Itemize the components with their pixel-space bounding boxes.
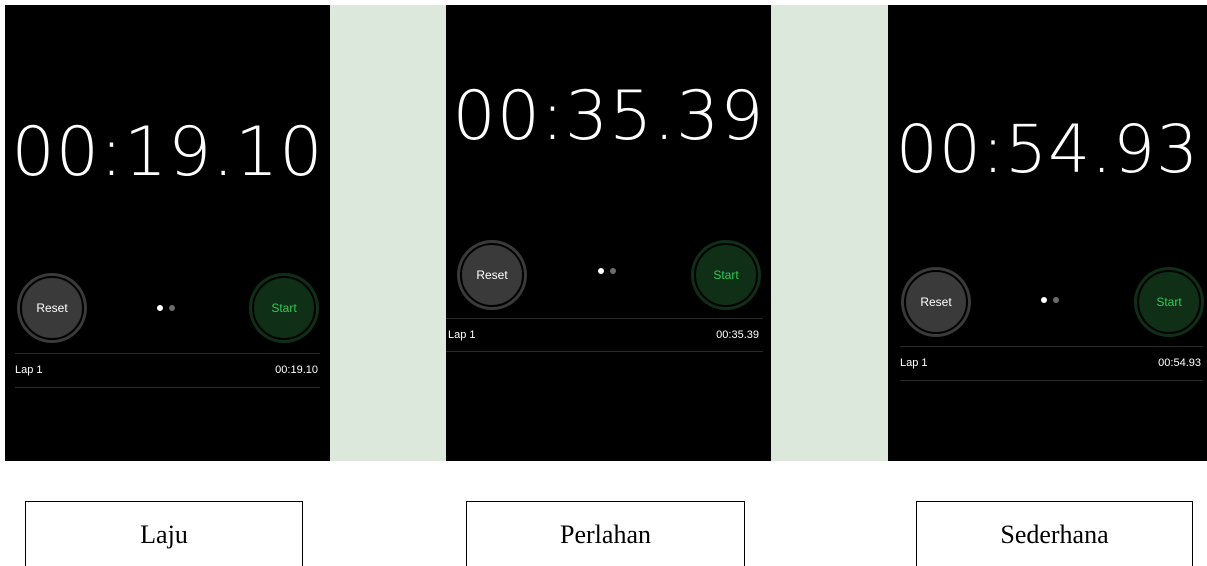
page-indicator[interactable] (598, 268, 616, 274)
lap-time: 00:19.10 (275, 364, 318, 376)
caption-box: Sederhana (916, 501, 1193, 566)
caption-text: Laju (140, 520, 188, 549)
stopwatch-screen-1: 00:19.10 Reset Start Lap 1 00:19.10 (5, 5, 330, 461)
start-button[interactable]: Start (1134, 267, 1204, 337)
page-dot-active (157, 305, 163, 311)
start-button[interactable]: Start (249, 273, 319, 343)
lap-label: Lap 1 (15, 364, 43, 376)
stopwatch-screen-3: 00:54.93 Reset Start Lap 1 00:54.93 (888, 5, 1207, 461)
reset-button[interactable]: Reset (457, 240, 527, 310)
page-indicator[interactable] (1041, 297, 1059, 303)
lap-time: 00:35.39 (716, 329, 759, 341)
page-dot (169, 305, 175, 311)
page-indicator[interactable] (157, 305, 175, 311)
lap-label: Lap 1 (900, 357, 928, 369)
figure: 00:19.10 Reset Start Lap 1 00:19.10 00:3… (0, 0, 1207, 566)
stopwatch-screen-2: 00:35.39 Reset Start Lap 1 00:35.39 (446, 5, 771, 461)
page-dot (610, 268, 616, 274)
divider (900, 346, 1203, 347)
divider (446, 351, 763, 352)
start-button-label: Start (252, 276, 316, 340)
elapsed-time-display: 00:54.93 (895, 111, 1200, 188)
start-button-label: Start (1137, 270, 1201, 334)
start-button-label: Start (694, 243, 758, 307)
page-dot-active (1041, 297, 1047, 303)
page-dot (1053, 297, 1059, 303)
divider (446, 318, 763, 319)
divider (15, 353, 320, 354)
elapsed-time-display: 00:35.39 (452, 77, 765, 156)
reset-button[interactable]: Reset (17, 273, 87, 343)
lap-label: Lap 1 (448, 329, 476, 341)
divider (900, 380, 1203, 381)
caption-box: Laju (25, 501, 303, 566)
caption-text: Sederhana (1000, 520, 1109, 549)
caption-text: Perlahan (560, 520, 651, 549)
elapsed-time-display: 00:19.10 (11, 113, 324, 192)
reset-button-label: Reset (20, 276, 84, 340)
reset-button[interactable]: Reset (901, 267, 971, 337)
lap-time: 00:54.93 (1158, 357, 1201, 369)
caption-box: Perlahan (466, 501, 745, 566)
separator-gap (771, 5, 888, 461)
separator-gap (330, 5, 446, 461)
reset-button-label: Reset (460, 243, 524, 307)
divider (15, 387, 320, 388)
page-dot-active (598, 268, 604, 274)
start-button[interactable]: Start (691, 240, 761, 310)
reset-button-label: Reset (904, 270, 968, 334)
